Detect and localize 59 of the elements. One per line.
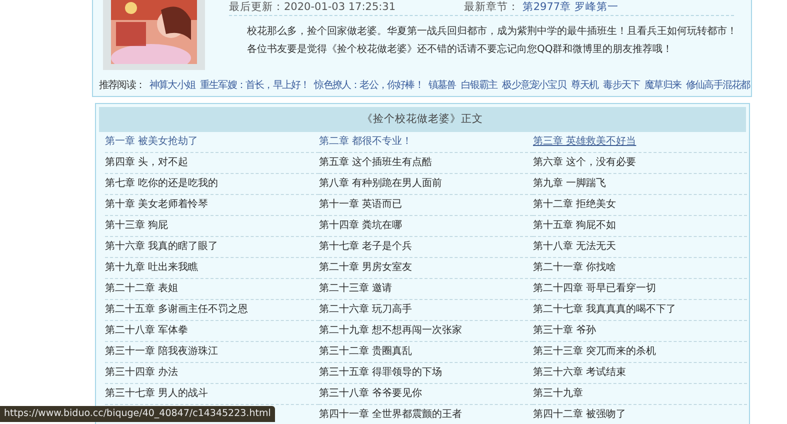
chapter-link[interactable]: 第三十三章 突兀而来的杀机 [533,346,656,357]
book-description: 各位书友要是觉得《捡个校花做老婆》还不错的话请不要忘记向您QQ群和微博里的朋友推荐哦！ [247,44,674,55]
chapter-link[interactable]: 第二十六章 玩刀高手 [319,304,412,315]
recommend-link[interactable]: 修仙高手混花都 [686,78,750,92]
recommend-label: 推荐阅读： [99,78,145,92]
chapter-link[interactable]: 第十三章 狗屁 [105,220,168,231]
recommend-link[interactable]: 重生军嫂：首长，早上好！ [200,78,310,92]
recommend-link[interactable]: 尊天机 [570,78,598,92]
chapter-link[interactable]: 第二十五章 多谢画主任不罚之恩 [105,304,248,315]
chapter-link[interactable]: 第三十七章 男人的战斗 [105,388,208,399]
chapter-link[interactable]: 第六章 这个，没有必要 [533,157,636,168]
recommend-link[interactable]: 神算大小姐 [150,78,196,92]
book-description: 校花那么多，捡个回家做老婆。华夏第一战兵回归都市，成为紫荆中学的最牛插班生！且看兵王如何玩转都市！ [247,26,738,37]
chapter-link[interactable]: 第三十四章 办法 [105,367,178,378]
chapter-link[interactable]: 第八章 有种别跪在男人面前 [319,178,442,189]
recommend-link[interactable]: 白银霸主 [460,78,498,92]
chapter-link[interactable]: 第三十九章 [533,388,583,399]
recommend-link[interactable]: 极少意宠小宝贝 [502,78,566,92]
chapter-link[interactable]: 第十六章 我真的瞎了眼了 [105,241,218,252]
status-url-tooltip: https://www.biduo.cc/biquge/40_40847/c14345223.html [0,406,275,422]
chapter-link[interactable]: 第一章 被美女抢劫了 [105,136,198,147]
chapter-link[interactable]: 第三十二章 贵圈真乱 [319,346,412,357]
chapter-link[interactable]: 第三十一章 陪我夜游珠江 [105,346,218,357]
recommend-link[interactable]: 惊色撩人：老公，你好棒！ [314,78,424,92]
chapter-link[interactable]: 第二十九章 想不想再闯一次张家 [319,325,462,336]
chapter-link[interactable]: 第七章 吃你的还是吃我的 [105,178,218,189]
chapter-link[interactable]: 第三十五章 得罪领导的下场 [319,367,442,378]
chapter-link[interactable]: 第十七章 老子是个兵 [319,241,412,252]
chapter-link[interactable]: 第三十章 爷孙 [533,325,596,336]
latest-chapter-label: 最新章节： [464,1,519,13]
chapter-link[interactable]: 第十四章 粪坑在哪 [319,220,402,231]
recommend-link[interactable]: 镇墓兽 [428,78,456,92]
chapter-link[interactable]: 第四十一章 全世界都震颤的王者 [319,409,462,420]
chapter-link[interactable]: 第十一章 英语而已 [319,199,402,210]
chapter-link[interactable]: 第十章 美女老师着怜琴 [105,199,208,210]
latest-chapter-link[interactable]: 第2977章 罗峰第一 [522,1,618,13]
chapter-link[interactable]: 第四章 头，对不起 [105,157,188,168]
chapter-link[interactable]: 第四十二章 被强吻了 [533,409,626,420]
chapter-link[interactable]: 第二十三章 邀请 [319,283,392,294]
chapter-link[interactable]: 第二十二章 表姐 [105,283,178,294]
chapter-link[interactable]: 第十九章 吐出来我瞧 [105,262,198,273]
chapter-link[interactable]: 第二十七章 我真真真的喝不下了 [533,304,676,315]
chapter-link[interactable]: 第十二章 拒绝美女 [533,199,616,210]
recommend-link[interactable]: 魔草归来 [644,78,681,92]
recommend-link[interactable]: 毒步天下 [603,78,640,92]
chapter-link[interactable]: 第三十八章 爷爷要见你 [319,388,422,399]
chapter-list-title: 《捡个校花做老婆》正文 [99,107,746,132]
chapter-link[interactable]: 第三章 英雄救美不好当 [533,136,636,147]
last-updated: 最后更新：2020-01-03 17:25:31 [229,2,397,15]
chapter-link[interactable]: 第二十章 男房女室友 [319,262,412,273]
chapter-link[interactable]: 第三十六章 考试结束 [533,367,626,378]
chapter-link[interactable]: 第二十四章 哥早已看穿一切 [533,283,656,294]
chapter-link[interactable]: 第九章 一脚踹飞 [533,178,606,189]
chapter-link[interactable]: 第二十八章 军体拳 [105,325,188,336]
chapter-link[interactable]: 第十八章 无法无天 [533,241,616,252]
chapter-link[interactable]: 第十五章 狗屁不如 [533,220,616,231]
chapter-link[interactable]: 第二十一章 你找啥 [533,262,616,273]
chapter-link[interactable]: 第二章 都很不专业！ [319,136,412,147]
chapter-link[interactable]: 第五章 这个插班生有点酷 [319,157,432,168]
